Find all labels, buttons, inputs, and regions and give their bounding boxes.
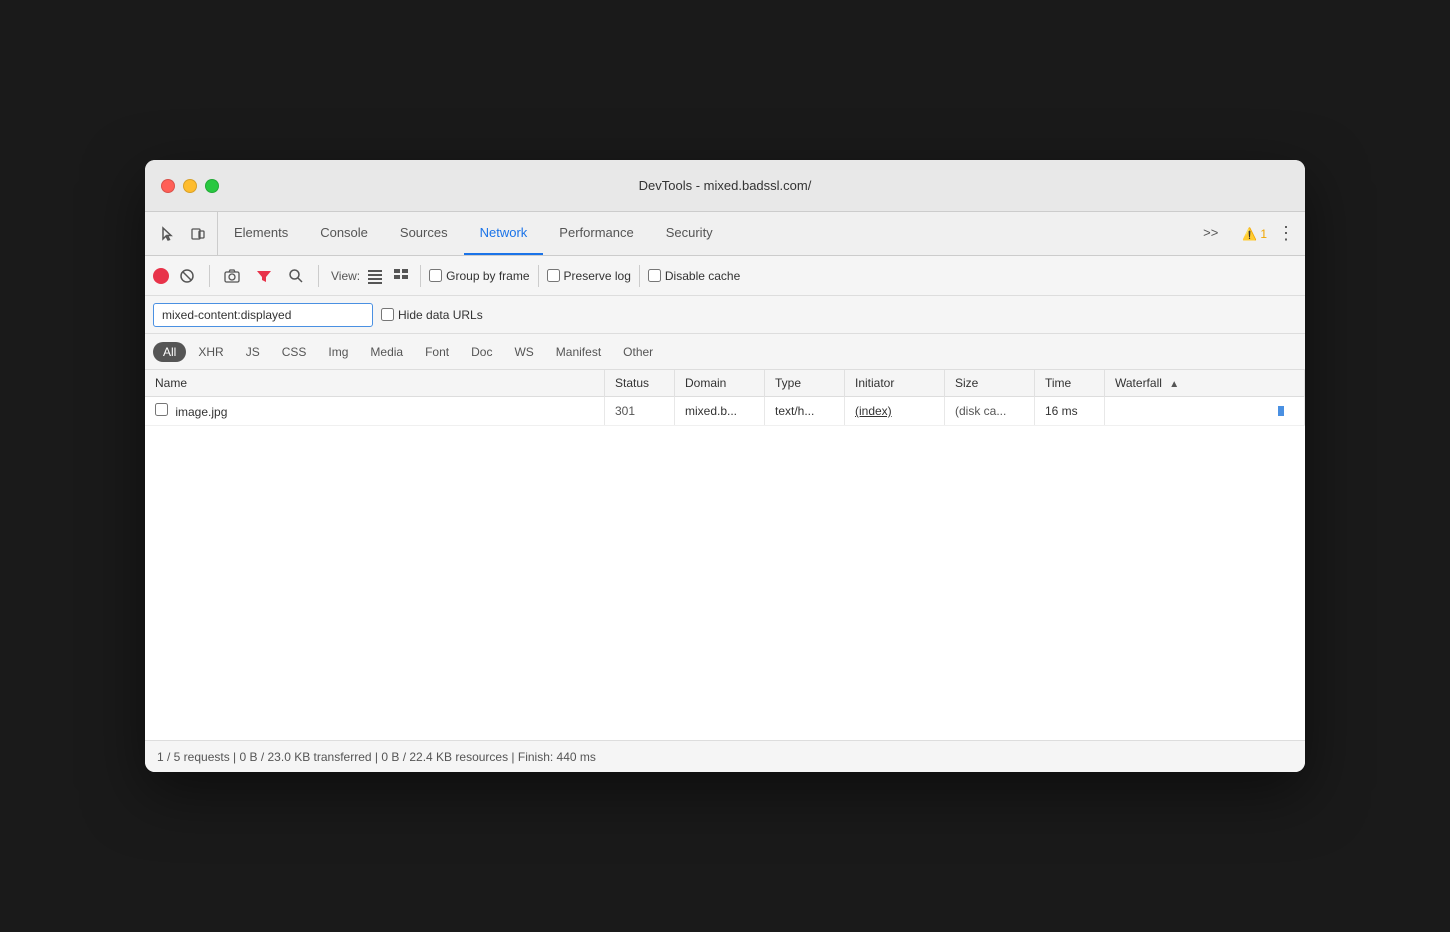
type-filter-js[interactable]: JS (236, 342, 270, 362)
waterfall-bar-container (1115, 406, 1294, 416)
record-button[interactable] (153, 268, 169, 284)
col-header-time[interactable]: Time (1035, 370, 1105, 397)
titlebar: DevTools - mixed.badssl.com/ (145, 160, 1305, 212)
toolbar: View: Group by frame Preserve (145, 256, 1305, 296)
tree-view-button[interactable] (390, 265, 412, 287)
network-table: Name Status Domain Type Initiator (145, 370, 1305, 426)
cell-type: text/h... (765, 397, 845, 426)
sort-arrow-icon: ▲ (1169, 379, 1179, 390)
disable-cache-checkbox[interactable] (648, 269, 661, 282)
hide-data-urls-group: Hide data URLs (381, 308, 483, 322)
cell-domain: mixed.b... (675, 397, 765, 426)
group-by-frame-checkbox[interactable] (429, 269, 442, 282)
toolbar-divider-2 (318, 265, 319, 287)
disable-cache-group: Disable cache (648, 269, 740, 283)
search-button[interactable] (282, 262, 310, 290)
list-view-button[interactable] (364, 265, 386, 287)
table-row[interactable]: image.jpg 301 mixed.b... text/h... (inde… (145, 397, 1305, 426)
tab-network[interactable]: Network (464, 212, 544, 255)
type-filter-other[interactable]: Other (613, 342, 663, 362)
col-header-size[interactable]: Size (945, 370, 1035, 397)
type-filter-media[interactable]: Media (360, 342, 413, 362)
col-header-type[interactable]: Type (765, 370, 845, 397)
warning-badge[interactable]: ⚠️ 1 (1242, 227, 1267, 241)
tabs-end: >> ⚠️ 1 ⋮ (1179, 212, 1305, 255)
cell-waterfall (1105, 397, 1305, 426)
hide-data-urls-label[interactable]: Hide data URLs (398, 308, 483, 322)
waterfall-bar (1278, 406, 1284, 416)
type-filter-xhr[interactable]: XHR (188, 342, 233, 362)
tab-elements[interactable]: Elements (218, 212, 304, 255)
toolbar-divider-4 (538, 265, 539, 287)
cell-name: image.jpg (145, 397, 605, 426)
toolbar-divider-5 (639, 265, 640, 287)
col-header-waterfall[interactable]: Waterfall ▲ (1105, 370, 1305, 397)
warning-icon: ⚠️ (1242, 227, 1257, 241)
view-label: View: (331, 269, 360, 283)
status-bar: 1 / 5 requests | 0 B / 23.0 KB transferr… (145, 740, 1305, 772)
device-icon[interactable] (187, 223, 209, 245)
network-table-container: Name Status Domain Type Initiator (145, 370, 1305, 740)
devtools-icons (149, 212, 218, 255)
group-by-frame-group: Group by frame (429, 269, 529, 283)
type-filter-all[interactable]: All (153, 342, 186, 362)
cell-status: 301 (605, 397, 675, 426)
col-header-name[interactable]: Name (145, 370, 605, 397)
row-checkbox[interactable] (155, 403, 168, 416)
type-filter-doc[interactable]: Doc (461, 342, 502, 362)
cell-size: (disk ca... (945, 397, 1035, 426)
more-tabs-button[interactable]: >> (1187, 225, 1234, 242)
hide-data-urls-checkbox[interactable] (381, 308, 394, 321)
type-filter-font[interactable]: Font (415, 342, 459, 362)
type-filter-ws[interactable]: WS (504, 342, 543, 362)
tab-performance[interactable]: Performance (543, 212, 649, 255)
more-options-button[interactable]: ⋮ (1275, 223, 1297, 245)
tab-console[interactable]: Console (304, 212, 384, 255)
maximize-button[interactable] (205, 179, 219, 193)
table-header-row: Name Status Domain Type Initiator (145, 370, 1305, 397)
filter-input[interactable] (153, 303, 373, 327)
cell-initiator: (index) (845, 397, 945, 426)
toolbar-divider-1 (209, 265, 210, 287)
tab-security[interactable]: Security (650, 212, 729, 255)
type-filter-bar: All XHR JS CSS Img Media Font Doc WS Man… (145, 334, 1305, 370)
preserve-log-checkbox[interactable] (547, 269, 560, 282)
traffic-lights (161, 179, 219, 193)
camera-button[interactable] (218, 262, 246, 290)
type-filter-css[interactable]: CSS (272, 342, 317, 362)
preserve-log-group: Preserve log (547, 269, 631, 283)
tabs-nav: Elements Console Sources Network Perform… (218, 212, 1179, 255)
filter-button[interactable] (250, 262, 278, 290)
cursor-icon[interactable] (157, 223, 179, 245)
close-button[interactable] (161, 179, 175, 193)
status-text: 1 / 5 requests | 0 B / 23.0 KB transferr… (157, 750, 596, 764)
tabs-bar: Elements Console Sources Network Perform… (145, 212, 1305, 256)
window-title: DevTools - mixed.badssl.com/ (639, 178, 812, 193)
cell-time: 16 ms (1035, 397, 1105, 426)
group-by-frame-label[interactable]: Group by frame (446, 269, 529, 283)
toolbar-divider-3 (420, 265, 421, 287)
col-header-domain[interactable]: Domain (675, 370, 765, 397)
col-header-initiator[interactable]: Initiator (845, 370, 945, 397)
devtools-window: DevTools - mixed.badssl.com/ Elements Co… (145, 160, 1305, 772)
preserve-log-label[interactable]: Preserve log (564, 269, 631, 283)
filter-row: Hide data URLs (145, 296, 1305, 334)
col-header-status[interactable]: Status (605, 370, 675, 397)
type-filter-img[interactable]: Img (318, 342, 358, 362)
tab-sources[interactable]: Sources (384, 212, 464, 255)
type-filter-manifest[interactable]: Manifest (546, 342, 611, 362)
clear-button[interactable] (173, 262, 201, 290)
disable-cache-label[interactable]: Disable cache (665, 269, 740, 283)
minimize-button[interactable] (183, 179, 197, 193)
